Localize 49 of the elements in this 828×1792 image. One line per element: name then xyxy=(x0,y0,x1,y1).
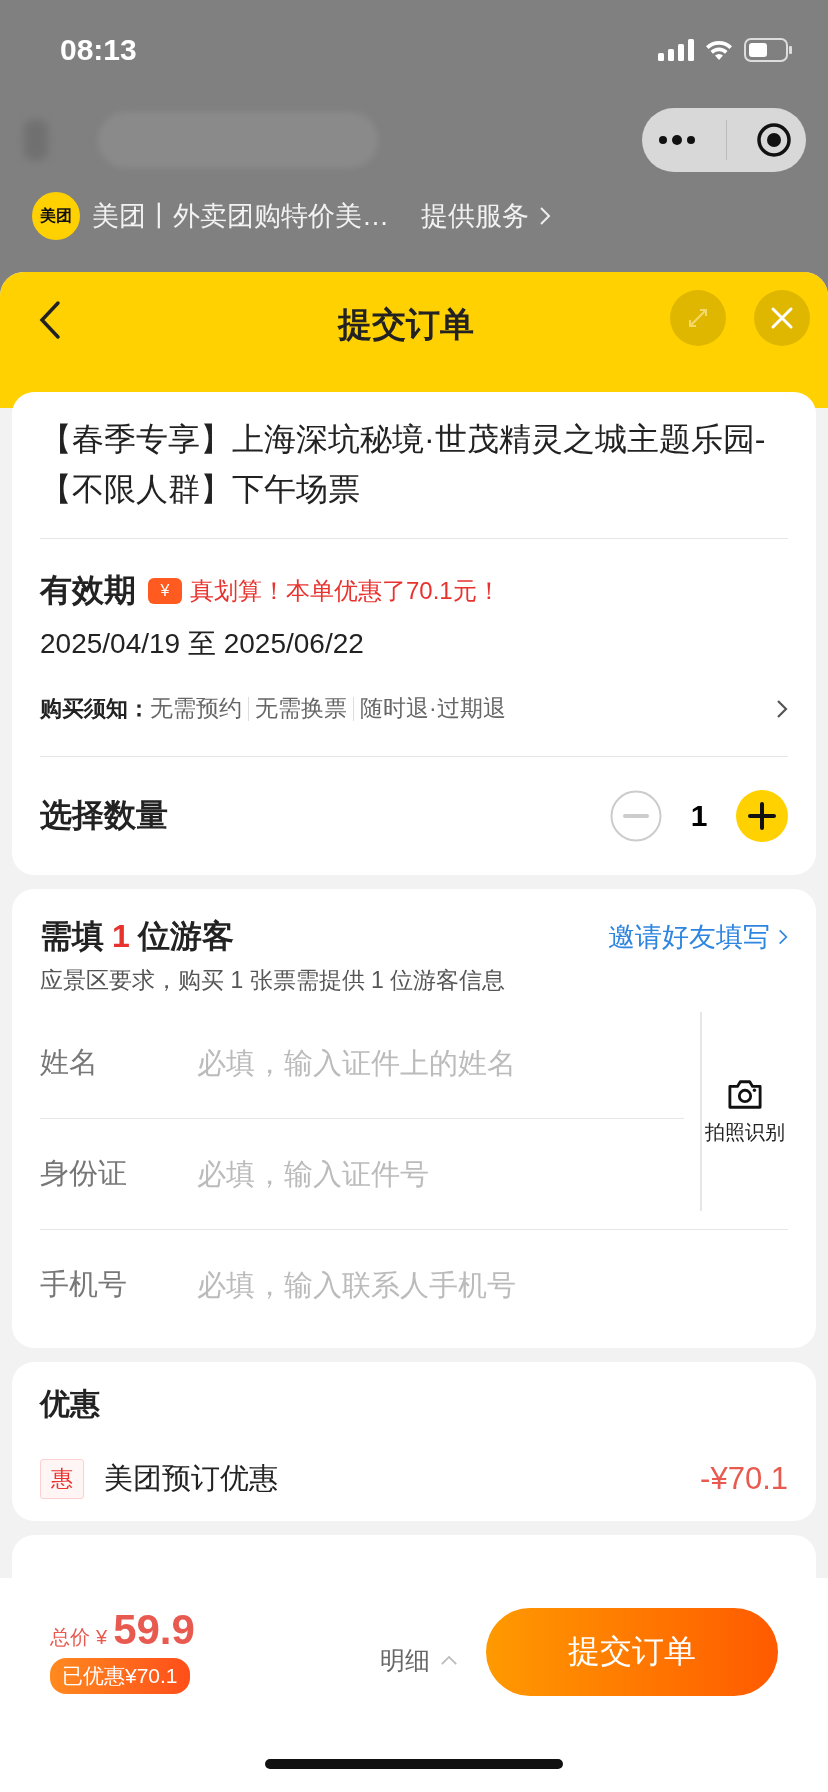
quantity-label: 选择数量 xyxy=(40,796,168,835)
validity-label: 有效期 xyxy=(40,571,136,610)
section-title: 位游客 xyxy=(137,917,234,956)
status-time: 08:13 xyxy=(60,33,138,67)
yuan-badge: ¥ xyxy=(148,578,182,604)
notice-item: 随时退·过期退 xyxy=(360,694,506,723)
camera-icon xyxy=(726,1077,764,1111)
product-title: 【春季专享】上海深坑秘境·世茂精灵之城主题乐园-【不限人群】下午场票 xyxy=(40,420,767,509)
discount-tag: 惠 xyxy=(40,1459,84,1499)
total-price: 59.9 xyxy=(113,1606,195,1654)
notice-item: 无需换票 xyxy=(255,694,347,723)
input-field[interactable]: 必填，输入证件上的姓名 xyxy=(197,1046,684,1080)
validity-dates: 2025/04/19 至 2025/06/22 xyxy=(40,627,365,661)
requirement-note: 应景区要求，购买 1 张票需提供 1 位游客信息 xyxy=(40,966,507,995)
brand-logo: 美团 xyxy=(32,192,80,240)
section-title: 需填 xyxy=(40,917,104,956)
details-toggle[interactable]: 明细 xyxy=(380,1644,458,1677)
notice-row[interactable]: 购买须知：无需预约 无需换票 随时退·过期退 xyxy=(40,663,788,756)
field-label: 姓名 xyxy=(40,1045,99,1080)
more-icon[interactable] xyxy=(656,133,697,147)
quantity-value: 1 xyxy=(689,799,709,833)
plus-button[interactable] xyxy=(736,790,788,842)
close-target-icon[interactable] xyxy=(755,122,792,158)
savings-badge: 已优惠¥70.1 xyxy=(50,1658,190,1694)
service-link[interactable]: 提供服务 xyxy=(421,198,551,234)
chevron-icon xyxy=(776,698,788,719)
discount-amount: -¥70.1 xyxy=(700,1461,788,1497)
wifi-icon xyxy=(704,39,734,61)
sheet-title: 提交订单 xyxy=(336,304,475,345)
field-label: 身份证 xyxy=(40,1156,128,1191)
battery-icon xyxy=(744,38,792,62)
invite-link[interactable]: 邀请好友填写 xyxy=(608,919,788,955)
signal-icon xyxy=(658,39,694,61)
field-label: 手机号 xyxy=(40,1267,128,1302)
promo-text: 真划算！本单优惠了70.1元！ xyxy=(190,576,501,606)
discount-name: 美团预订优惠 xyxy=(104,1461,278,1496)
chevron-icon xyxy=(539,206,551,226)
notice-label: 购买须知： xyxy=(40,694,150,723)
notice-item: 无需预约 xyxy=(150,694,242,723)
section-title: 优惠 xyxy=(40,1386,101,1422)
currency-symbol: ¥ xyxy=(96,1626,108,1649)
input-field[interactable]: 必填，输入证件号 xyxy=(197,1157,684,1191)
photo-recognition-button[interactable]: 拍照识别 xyxy=(700,1012,788,1211)
chevron-up-icon xyxy=(440,1655,458,1666)
brand-name: 美团丨外卖团购特价美… xyxy=(92,200,389,233)
total-label: 总价 xyxy=(50,1625,90,1650)
chevron-icon xyxy=(778,928,788,946)
traveler-count: 1 xyxy=(112,918,130,955)
input-field[interactable]: 必填，输入联系人手机号 xyxy=(197,1268,788,1302)
